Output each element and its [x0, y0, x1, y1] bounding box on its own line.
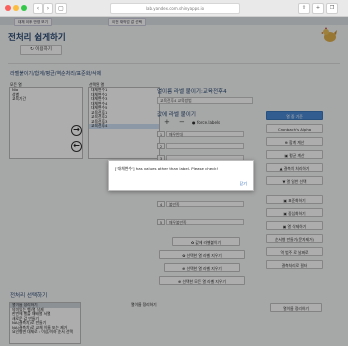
- url-bar[interactable]: lab.yandex.com.shinyapps.io: [110, 3, 240, 14]
- new-tab-icon[interactable]: +: [312, 3, 324, 14]
- tabs-overview-icon[interactable]: ❐: [326, 3, 338, 14]
- alert-dialog: ['대체변수'] has values other than label. Pl…: [108, 160, 254, 191]
- maximize-window-icon[interactable]: [21, 5, 27, 11]
- browser-window: ‹ › ▢ lab.yandex.com.shinyapps.io ⇪ + ❐ …: [0, 0, 348, 346]
- forward-nav-button[interactable]: ›: [43, 3, 53, 14]
- share-icon[interactable]: ⇪: [298, 3, 310, 14]
- back-nav-button[interactable]: ‹: [33, 3, 43, 14]
- close-window-icon[interactable]: [5, 5, 11, 11]
- browser-toolbar: ‹ › ▢ lab.yandex.com.shinyapps.io ⇪ + ❐: [0, 0, 348, 17]
- alert-message: ['대체변수'] has values other than label. Pl…: [115, 166, 219, 171]
- dialog-close-button[interactable]: 닫기: [240, 181, 247, 187]
- minimize-window-icon[interactable]: [13, 5, 19, 11]
- sidebar-toggle-button[interactable]: ▢: [55, 3, 67, 14]
